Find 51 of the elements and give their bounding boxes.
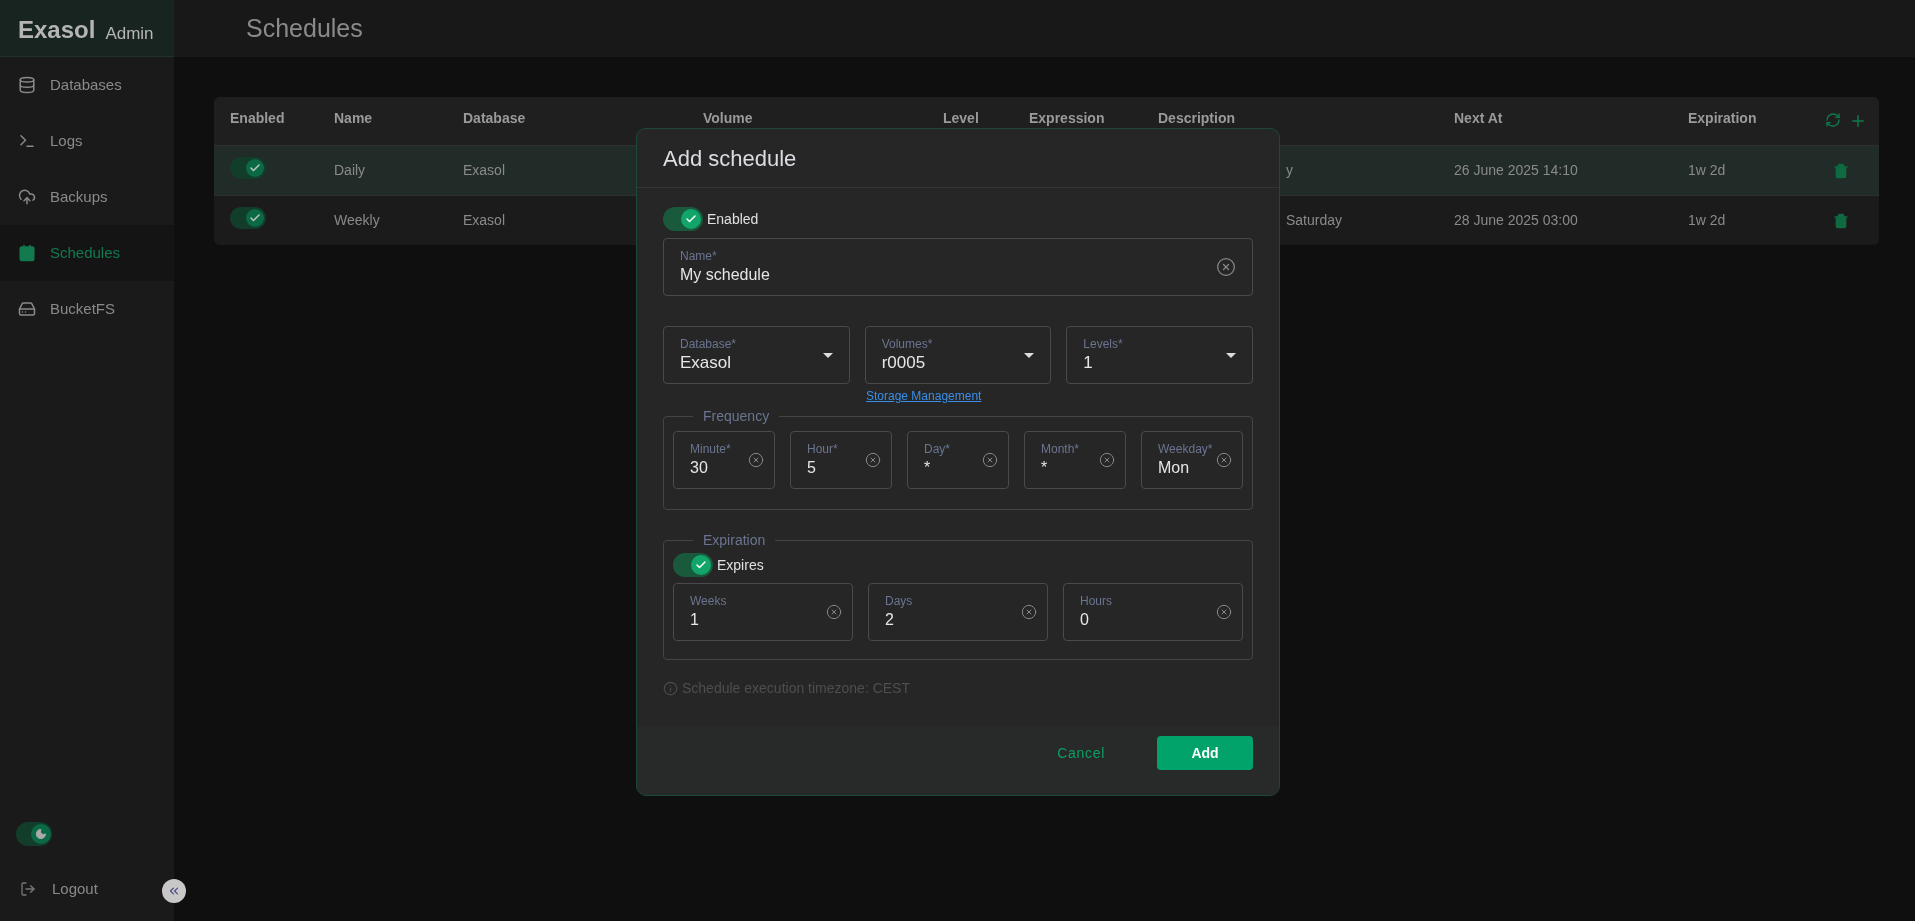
logo: Exasol — [18, 18, 96, 42]
column-header: Level — [943, 111, 979, 125]
field-value: 2 — [885, 610, 895, 630]
table-cell-text: Exasol — [463, 161, 506, 180]
field-label: Days — [885, 593, 914, 609]
table-cell-text: Exasol — [463, 211, 506, 230]
table-cell-text: Daily — [334, 161, 366, 180]
field-value: My schedule — [680, 265, 771, 285]
field-value: 0 — [1080, 610, 1090, 630]
table-cell-text: 26 June 2025 14:10 — [1454, 161, 1578, 180]
column-header: Database — [463, 111, 526, 125]
field-label: Volumes* — [881, 336, 934, 352]
column-header: Enabled — [230, 111, 285, 125]
column-header: Description — [1158, 111, 1235, 125]
field-label: Hours — [1080, 593, 1113, 609]
field-label: Month* — [1041, 441, 1081, 457]
field-label: Minute* — [690, 441, 732, 457]
field-label: Day* — [924, 441, 951, 457]
table-cell-text: 1w 2d — [1688, 211, 1726, 230]
toggle-label: Expires — [717, 555, 764, 575]
toggle-label: Enabled — [707, 209, 759, 229]
field-value: 5 — [807, 458, 817, 478]
column-header: Volume — [703, 111, 753, 125]
field-value: 30 — [690, 458, 709, 478]
group-legend: Expiration — [693, 530, 776, 551]
field-value: * — [1041, 458, 1049, 478]
table-cell-text: Saturday — [1286, 211, 1343, 230]
table-cell-text: y — [1286, 161, 1293, 180]
field-label: Name* — [680, 248, 718, 264]
field-value: 1 — [690, 610, 700, 630]
column-header: Expiration — [1688, 111, 1757, 125]
field-value: r0005 — [881, 352, 927, 374]
column-header: Name — [334, 111, 373, 125]
dialog-title: Add schedule — [663, 144, 797, 173]
table-cell-text: 28 June 2025 03:00 — [1454, 211, 1578, 230]
field-label: Levels* — [1083, 336, 1124, 352]
field-value: * — [924, 458, 932, 478]
column-header: Next At — [1454, 111, 1503, 125]
field-value: Exasol — [680, 352, 733, 374]
column-header: Expression — [1029, 111, 1105, 125]
field-label: Weeks — [690, 593, 728, 609]
table-cell-text: 1w 2d — [1688, 161, 1726, 180]
brand-suffix: Admin — [105, 25, 154, 42]
group-legend: Frequency — [693, 406, 780, 427]
field-label: Weekday* — [1158, 441, 1214, 457]
field-value: 1 — [1083, 352, 1094, 374]
field-label: Database* — [680, 336, 738, 352]
table-cell-text: Weekly — [334, 211, 380, 230]
page-title: Schedules — [246, 12, 363, 44]
field-label: Hour* — [807, 441, 839, 457]
field-value: Mon — [1158, 458, 1191, 478]
